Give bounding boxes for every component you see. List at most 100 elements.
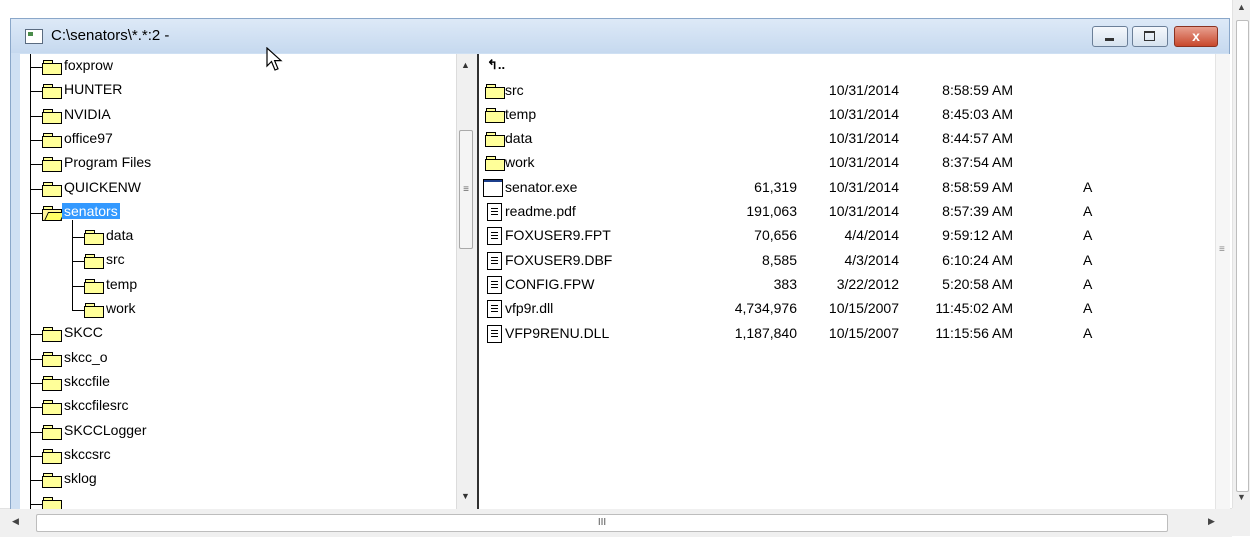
file-row-temp[interactable]: temp 10/31/2014 8:45:03 AM — [479, 103, 1217, 127]
folder-icon — [42, 60, 62, 75]
file-size: 4,734,976 — [734, 300, 797, 317]
folder-icon — [84, 230, 104, 246]
tree-item-skccfile[interactable]: skccfile — [20, 372, 450, 392]
file-row-foxuser9-fpt[interactable]: FOXUSER9.FPT 70,656 4/4/2014 9:59:12 AM A — [479, 224, 1217, 248]
open-folder-icon — [42, 205, 66, 221]
folder-icon — [42, 473, 62, 489]
scroll-right-arrow-icon[interactable]: ▶ — [1208, 516, 1215, 527]
file-row-data[interactable]: data 10/31/2014 8:44:57 AM — [479, 127, 1217, 151]
file-row-work[interactable]: work 10/31/2014 8:37:54 AM — [479, 151, 1217, 175]
tree-branch-line — [30, 431, 42, 433]
outer-vertical-scroll-thumb[interactable] — [1236, 20, 1249, 492]
tree-item-nvidia[interactable]: NVIDIA — [20, 105, 450, 125]
document-icon — [487, 275, 502, 294]
file-list-scroll-grip[interactable]: ≡ — [1219, 244, 1225, 255]
folder-icon — [42, 132, 62, 148]
tree-item-skcclogger[interactable]: SKCCLogger — [20, 421, 450, 441]
tree-item-label: office97 — [64, 129, 113, 146]
tree-item-label: src — [106, 251, 125, 268]
tree-scroll-up-icon[interactable]: ▲ — [461, 60, 470, 70]
tree-branch-line — [30, 455, 42, 457]
tree-branch-line — [30, 480, 42, 482]
tree-item-program-files[interactable]: Program Files — [20, 153, 450, 173]
outer-horizontal-scrollbar[interactable]: ◀ III ▶ — [0, 508, 1232, 537]
file-date: 10/31/2014 — [828, 178, 899, 195]
folder-icon — [42, 327, 62, 343]
tree-item-skccfilesrc[interactable]: skccfilesrc — [20, 396, 450, 416]
close-button[interactable]: x — [1174, 26, 1218, 47]
file-row-foxuser9-dbf[interactable]: FOXUSER9.DBF 8,585 4/3/2014 6:10:24 AM A — [479, 249, 1217, 273]
file-time: 8:37:54 AM — [942, 154, 1013, 171]
tree-item-temp[interactable]: temp — [20, 275, 450, 295]
parent-directory-link[interactable]: ↰.. — [487, 57, 505, 73]
file-time: 9:59:12 AM — [942, 227, 1013, 244]
file-row-vfp9r-dll[interactable]: vfp9r.dll 4,734,976 10/15/2007 11:45:02 AM A — [479, 297, 1217, 321]
outer-vertical-scrollbar[interactable]: ▲ ▼ — [1232, 0, 1250, 508]
tree-item-senators[interactable]: senators — [20, 202, 450, 222]
file-row-vfp9renu-dll[interactable]: VFP9RENU.DLL 1,187,840 10/15/2007 11:15:56 … — [479, 322, 1217, 346]
tree-item-more[interactable] — [20, 493, 450, 509]
file-date: 10/31/2014 — [828, 203, 899, 219]
file-time: 11:15:56 AM — [935, 324, 1013, 341]
tree-item-label: QUICKENW — [64, 178, 141, 195]
file-time: 8:45:03 AM — [942, 105, 1013, 122]
tree-item-foxprow[interactable]: foxprow — [20, 56, 450, 76]
tree-item-quickenw[interactable]: QUICKENW — [20, 178, 450, 198]
tree-scroll-thumb[interactable]: ≡ — [459, 130, 473, 249]
tree-item-skcc-o[interactable]: skcc_o — [20, 348, 450, 368]
directory-tree[interactable]: foxprow HUNTER NVIDIA office97 Program Files… — [20, 54, 456, 509]
folder-icon — [84, 303, 104, 318]
folder-icon — [84, 278, 104, 294]
folder-icon — [485, 83, 505, 99]
tree-item-skcc[interactable]: SKCC — [20, 323, 450, 343]
tree-item-skccsrc[interactable]: skccsrc — [20, 445, 450, 465]
file-date: 4/3/2014 — [844, 251, 900, 268]
tree-item-label: Program Files — [64, 154, 152, 171]
tree-item-label: HUNTER — [64, 81, 123, 98]
tree-branch-line — [72, 310, 84, 311]
file-name: senator.exe — [505, 178, 578, 195]
tree-item-office97[interactable]: office97 — [20, 129, 450, 149]
tree-branch-line — [30, 334, 42, 336]
tree-item-data[interactable]: data — [20, 226, 450, 246]
tree-item-work[interactable]: work — [20, 299, 450, 319]
file-row-config-fpw[interactable]: CONFIG.FPW 383 3/22/2012 5:20:58 AM A — [479, 273, 1217, 297]
minimize-button[interactable] — [1092, 26, 1128, 47]
tree-branch-line — [72, 237, 84, 239]
tree-item-label: senators — [62, 202, 120, 219]
file-date: 4/4/2014 — [844, 227, 900, 244]
file-date: 10/31/2014 — [828, 154, 899, 171]
scroll-left-arrow-icon[interactable]: ◀ — [12, 516, 19, 527]
tree-item-src[interactable]: src — [20, 250, 450, 270]
file-attributes: A — [1083, 227, 1093, 244]
tree-item-sklog[interactable]: sklog — [20, 469, 450, 489]
file-list-scrollbar[interactable]: ≡ — [1215, 54, 1230, 509]
file-name: temp — [505, 105, 537, 122]
file-row-readme-pdf[interactable]: readme.pdf 191,063 10/31/2014 8:57:39 AM A — [479, 200, 1217, 224]
tree-item-label: foxprow — [64, 57, 114, 73]
file-date: 10/31/2014 — [828, 105, 899, 122]
tree-item-hunter[interactable]: HUNTER — [20, 80, 450, 100]
file-list[interactable]: ↰.. src 10/31/2014 8:58:59 AM temp 10/31/201… — [477, 54, 1217, 509]
parent-directory-row[interactable]: ↰.. — [479, 54, 1217, 78]
file-date: 3/22/2012 — [836, 275, 899, 292]
file-row-senator-exe[interactable]: senator.exe 61,319 10/31/2014 8:58:59 AM A — [479, 176, 1217, 200]
outer-horizontal-scroll-thumb[interactable]: III — [36, 514, 1168, 532]
window-app-icon[interactable] — [25, 29, 43, 44]
tree-branch-line — [30, 358, 42, 360]
file-name: work — [505, 154, 535, 171]
scroll-up-arrow-icon[interactable]: ▲ — [1237, 2, 1246, 12]
scroll-down-arrow-icon[interactable]: ▼ — [1237, 492, 1246, 502]
folder-icon — [42, 497, 62, 509]
tree-branch-line — [72, 285, 84, 287]
maximize-button[interactable] — [1132, 26, 1168, 47]
folder-icon — [42, 108, 62, 124]
title-bar[interactable]: C:\senators\*.*:2 - x — [11, 19, 1229, 53]
file-row-src[interactable]: src 10/31/2014 8:58:59 AM — [479, 79, 1217, 103]
tree-vertical-scrollbar[interactable]: ▲ ≡ ▼ — [456, 54, 474, 509]
file-attributes: A — [1083, 275, 1093, 292]
tree-item-label: sklog — [64, 470, 97, 487]
tree-item-label: SKCC — [64, 324, 103, 341]
tree-branch-line — [30, 115, 42, 117]
tree-scroll-down-icon[interactable]: ▼ — [461, 491, 470, 501]
